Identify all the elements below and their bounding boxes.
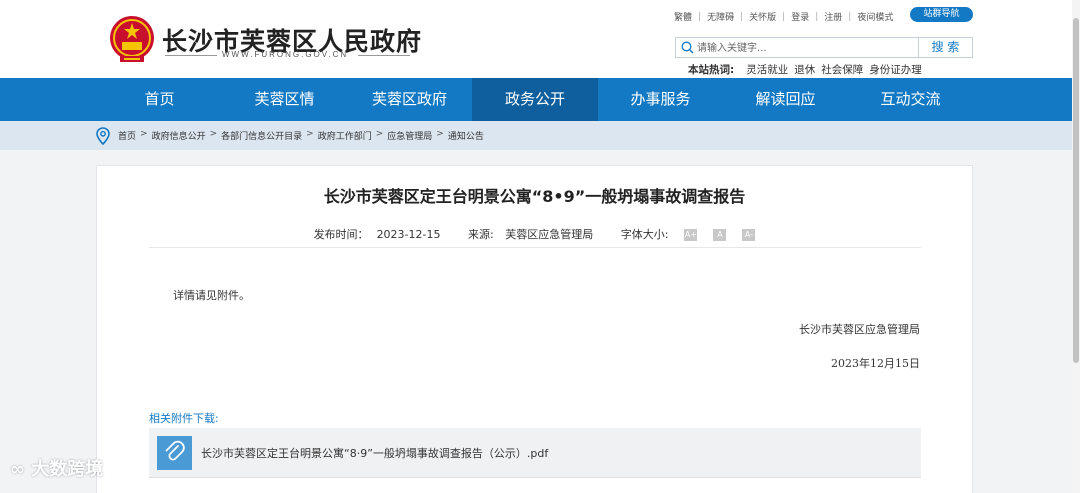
breadcrumb-item[interactable]: 通知公告 <box>448 129 484 142</box>
top-link-traditional[interactable]: 繁體 <box>668 10 698 23</box>
font-size-small-button[interactable]: A- <box>742 229 756 241</box>
breadcrumb-item[interactable]: 政府信息公开 <box>152 129 206 142</box>
nav-item-home[interactable]: 首页 <box>97 78 222 121</box>
nav-item-gov-affairs[interactable]: 政务公开 <box>472 78 598 121</box>
site-nav-button[interactable]: 站群导航 <box>910 7 973 22</box>
search-box: 搜 索 <box>675 37 973 58</box>
top-link-night-mode[interactable]: 夜间模式 <box>851 10 899 23</box>
signature-org: 长沙市芙蓉区应急管理局 <box>799 323 920 336</box>
top-links: 繁體 | 无障碍 | 关怀版 | 登录 | 注册 | 夜间模式 <box>668 10 899 24</box>
watermark-logo: ∞ 大数跨境 <box>10 459 104 480</box>
nav-item-district-info[interactable]: 芙蓉区情 <box>222 78 347 121</box>
article-body: 详情请见附件。 <box>173 289 250 302</box>
font-size-medium-button[interactable]: A <box>713 229 727 241</box>
location-pin-icon <box>96 127 110 145</box>
divider <box>165 55 217 56</box>
search-button[interactable]: 搜 索 <box>918 38 972 57</box>
divider <box>358 55 410 56</box>
hot-word[interactable]: 灵活就业 <box>746 62 788 77</box>
nav-item-interpretation[interactable]: 解读回应 <box>723 78 848 121</box>
font-size-label: 字体大小: <box>620 228 669 241</box>
divider <box>149 247 921 248</box>
source-label: 来源: <box>468 228 494 241</box>
source-value: 芙蓉区应急管理局 <box>505 228 594 241</box>
top-link-care-mode[interactable]: 关怀版 <box>743 10 782 23</box>
hot-words: 本站热词: 灵活就业 退休 社会保障 身份证办理 <box>688 62 928 77</box>
breadcrumb-item[interactable]: 应急管理局 <box>387 129 432 142</box>
scrollbar[interactable] <box>1072 0 1080 493</box>
hot-word[interactable]: 身份证办理 <box>869 62 922 77</box>
main-nav: 首页 芙蓉区情 芙蓉区政府 政务公开 办事服务 解读回应 互动交流 <box>0 78 1080 121</box>
breadcrumb: 首页 > 政府信息公开 > 各部门信息公开目录 > 政府工作部门 > 应急管理局 > 通知… <box>0 121 1080 150</box>
attachment-link[interactable]: 长沙市芙蓉区定王台明景公寓“8·9”一般坍塌事故调查报告（公示）.pdf <box>201 445 548 461</box>
hot-word[interactable]: 社会保障 <box>821 62 863 77</box>
signature-date: 2023年12月15日 <box>831 357 920 370</box>
breadcrumb-item[interactable]: 各部门信息公开目录 <box>221 129 302 142</box>
breadcrumb-item[interactable]: 政府工作部门 <box>318 129 372 142</box>
publish-date: 2023-12-15 <box>376 228 441 241</box>
attachments-title: 相关附件下载: <box>149 412 219 425</box>
scrollbar-thumb[interactable] <box>1073 18 1079 363</box>
article-title: 长沙市芙蓉区定王台明景公寓“8•9”一般坍塌事故调查报告 <box>323 187 746 206</box>
top-link-register[interactable]: 注册 <box>818 10 848 23</box>
nav-item-services[interactable]: 办事服务 <box>598 78 723 121</box>
publish-label: 发布时间： <box>313 228 369 241</box>
search-icon <box>681 41 694 54</box>
attachment-item[interactable]: 长沙市芙蓉区定王台明景公寓“8·9”一般坍塌事故调查报告（公示）.pdf <box>149 428 921 478</box>
paperclip-icon <box>157 436 192 470</box>
breadcrumb-item[interactable]: 首页 <box>118 129 136 142</box>
font-size-large-button[interactable]: A+ <box>684 229 698 241</box>
article-meta: 发布时间： 2023-12-15 来源: 芙蓉区应急管理局 字体大小: A+ A A- <box>97 226 972 242</box>
top-link-accessibility[interactable]: 无障碍 <box>701 10 740 23</box>
nav-item-district-gov[interactable]: 芙蓉区政府 <box>347 78 472 121</box>
nav-item-interaction[interactable]: 互动交流 <box>848 78 973 121</box>
site-url: WWW.FURONG.GOV.CN <box>222 50 349 59</box>
national-emblem-icon <box>110 16 154 62</box>
search-input[interactable] <box>697 40 917 56</box>
article-card: 长沙市芙蓉区定王台明景公寓“8•9”一般坍塌事故调查报告 发布时间： 2023-1… <box>96 165 973 493</box>
hot-words-label: 本站热词: <box>688 64 735 76</box>
site-header: 长沙市芙蓉区人民政府 WWW.FURONG.GOV.CN 繁體 | 无障碍 | 关怀… <box>0 0 1080 78</box>
hot-word[interactable]: 退休 <box>794 62 815 77</box>
top-link-login[interactable]: 登录 <box>785 10 815 23</box>
